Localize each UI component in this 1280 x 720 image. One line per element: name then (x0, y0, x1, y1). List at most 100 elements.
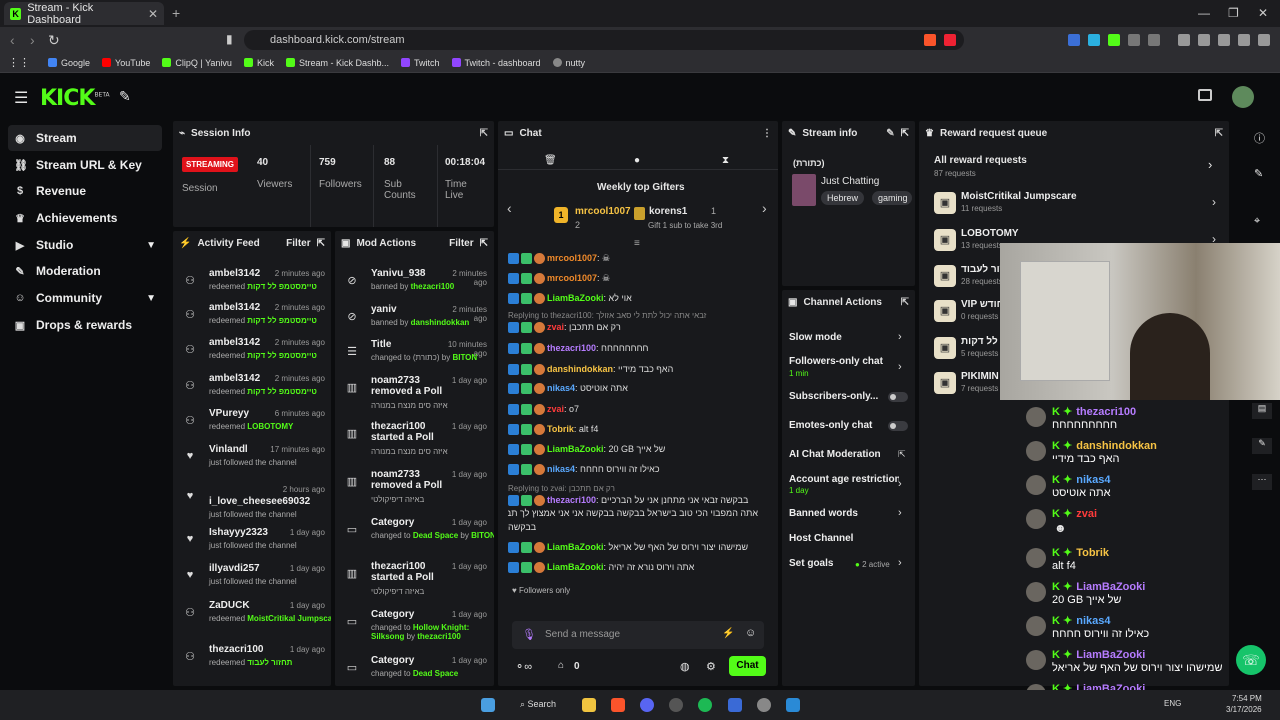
chat-username[interactable]: LiamBaZooki (547, 293, 604, 303)
more-icon[interactable]: ⋮ (762, 128, 772, 139)
kick-emote-icon[interactable]: ⚡ (722, 628, 734, 639)
feed-username[interactable]: ambel3142 (209, 268, 260, 279)
minimize-icon[interactable]: — (1198, 6, 1210, 20)
mod-action-actor[interactable]: BITON (471, 531, 494, 540)
mod-action-subject[interactable]: thezacri100 started a Poll (371, 561, 455, 583)
chevron-right-icon[interactable]: › (1208, 157, 1212, 172)
sidebar-item-studio[interactable]: ▶ Studio ▼ (8, 232, 162, 258)
chat-message[interactable]: LiamBaZooki: אתה וירוס נורא זה יהיה (508, 562, 768, 574)
language-indicator[interactable]: ENG (1164, 699, 1181, 708)
chat-username[interactable]: danshindokkan (547, 364, 613, 374)
popout-icon[interactable]: ⇱ (480, 128, 488, 139)
mod-action-subject[interactable]: Yanivu_938 (371, 268, 455, 279)
extension-icon[interactable] (1148, 34, 1160, 46)
reward-queue-item[interactable]: ▣ MoistCritikal Jumpscare 11 requests › (932, 190, 1218, 220)
chat-message[interactable]: mrcool1007: ☠ (508, 273, 768, 285)
info-icon[interactable]: ⓘ (1254, 130, 1265, 146)
filter-button[interactable]: Filter (449, 238, 473, 249)
feed-username[interactable]: Vinlandl (209, 444, 248, 455)
bookmark-twitch[interactable]: Twitch (400, 58, 440, 68)
chat-username[interactable]: Tobrik (547, 424, 574, 434)
apps-icon[interactable]: ⋮⋮ (8, 56, 30, 69)
chat-username[interactable]: LiamBaZooki (547, 562, 604, 572)
sidebar-icon[interactable] (1178, 34, 1190, 46)
subscribers-only-item[interactable]: Subscribers-only... (789, 391, 887, 402)
share-icon[interactable]: ⋯ (1252, 474, 1272, 490)
chat-message[interactable]: thezacri100: בבקשה זבאי אני מתחנן אני על… (508, 495, 768, 507)
mod-action-actor[interactable]: Dead Space (413, 531, 458, 540)
chat-message[interactable]: nikas4: אתה אוטיסט (508, 383, 768, 395)
feed-username[interactable]: ambel3142 (209, 302, 260, 313)
slow-mode-item[interactable]: Slow mode (789, 332, 911, 343)
avatar[interactable] (1232, 86, 1254, 108)
feed-item[interactable]: ♥ Vinlandl 17 minutes ago just followed the… (179, 444, 329, 478)
clock-time[interactable]: 7:54 PM (1232, 694, 1262, 703)
feed-username[interactable]: ambel3142 (209, 337, 260, 348)
emotes-only-toggle[interactable] (888, 421, 908, 431)
dashboard-icon[interactable] (1198, 89, 1212, 101)
feed-item[interactable]: ♥ illyavdi257 1 day ago just followed the c… (179, 563, 329, 597)
next-icon[interactable]: › (762, 200, 767, 216)
bookmark-kick-dashboard[interactable]: Stream - Kick Dashb... (285, 58, 389, 68)
leo-icon[interactable] (1218, 34, 1230, 46)
rewards-icon[interactable] (944, 34, 956, 46)
bookmark-youtube[interactable]: YouTube (102, 58, 150, 68)
feed-username[interactable]: Ishayyy2323 (209, 527, 268, 538)
store-icon[interactable]: ⌂ (558, 660, 564, 671)
chat-message[interactable]: LiamBaZooki: שמישהו יצור וירוס של האף של… (508, 542, 768, 554)
feed-item[interactable]: ⚇ ambel3142 2 minutes ago redeemed טיימסטמפ… (179, 337, 329, 371)
emoji-icon[interactable]: ☺ (745, 627, 756, 639)
spotify-icon[interactable] (698, 698, 712, 712)
mod-action-subject[interactable]: yaniv (371, 304, 455, 315)
gifter-2-name[interactable]: korens1 (649, 206, 687, 217)
mod-action-subject[interactable]: noam2733 removed a Poll (371, 469, 455, 491)
forward-icon[interactable]: › (30, 32, 35, 48)
windows-start-icon[interactable] (481, 698, 495, 712)
extension-icon[interactable] (1108, 34, 1120, 46)
kick-logo[interactable]: KICKBETA (40, 86, 110, 111)
crosshair-icon[interactable]: ⌖ (1254, 215, 1260, 228)
popout-icon[interactable]: ⇱ (480, 238, 488, 249)
overlay-control-icon[interactable]: ▤ (1252, 403, 1272, 419)
chat-message[interactable]: LiamBaZooki: 20 GB של אייך (508, 444, 768, 456)
chat-message[interactable]: nikas4: כאילו זה ווירוס חחחח (508, 464, 768, 476)
discord-icon[interactable] (640, 698, 654, 712)
followers-only-chat-item[interactable]: Followers-only chat (789, 356, 911, 367)
brave-shield-icon[interactable] (924, 34, 936, 46)
mod-action-subject[interactable]: Category (371, 655, 455, 666)
mod-action-subject[interactable]: Category (371, 517, 455, 528)
host-channel-item[interactable]: Host Channel (789, 533, 911, 544)
sidebar-item-achievements[interactable]: ♛ Achievements (8, 205, 162, 231)
mod-action-item[interactable]: ▭ Category 1 day ago changed to Dead Space … (341, 517, 494, 561)
mod-action-item[interactable]: ▭ Category 1 day ago changed to Dead Space (341, 655, 491, 686)
bookmark-nutty[interactable]: nutty (552, 58, 585, 68)
edit-icon[interactable]: ✎ (886, 128, 894, 139)
bookmark-google[interactable]: Google (48, 58, 90, 68)
gear-icon[interactable]: ⚙ (706, 660, 716, 673)
extension-icon[interactable] (1088, 34, 1100, 46)
chat-username[interactable]: thezacri100 (547, 343, 596, 353)
gifter-1-name[interactable]: mrcool1007 (575, 206, 631, 217)
bookmark-clipq[interactable]: ClipQ | Yanivu (162, 58, 232, 68)
filter-button[interactable]: Filter (286, 238, 310, 249)
clock-date[interactable]: 3/17/2026 (1226, 705, 1262, 714)
subscribers-only-toggle[interactable] (888, 392, 908, 402)
chat-message[interactable]: Tobrik: alt f4 (508, 424, 768, 436)
all-rewards-link[interactable]: All reward requests (934, 155, 1027, 166)
chat-username[interactable]: zvai (547, 322, 564, 332)
hamburger-menu-icon[interactable]: ☰ (14, 88, 28, 108)
chat-username[interactable]: thezacri100 (547, 495, 596, 505)
mod-action-actor[interactable]: thezacri100 (417, 632, 461, 641)
chat-username[interactable]: zvai (547, 404, 564, 414)
chat-message[interactable]: zvai: רק אם תתכבן (508, 322, 768, 334)
app-icon[interactable] (728, 698, 742, 712)
set-goals-item[interactable]: Set goals (789, 558, 911, 569)
chat-message[interactable]: LiamBaZooki: אוי לא (508, 293, 768, 305)
feed-username[interactable]: i_love_cheesee69032 (209, 496, 310, 507)
chat-username[interactable]: LiamBaZooki (547, 444, 604, 454)
bookmark-kick[interactable]: Kick (243, 58, 274, 68)
puzzle-icon[interactable] (1128, 34, 1140, 46)
rewards-icon[interactable]: ⚬∞ (515, 660, 532, 673)
close-tab-icon[interactable]: ✕ (148, 7, 158, 21)
ai-chat-moderation-item[interactable]: AI Chat Moderation (789, 449, 911, 460)
